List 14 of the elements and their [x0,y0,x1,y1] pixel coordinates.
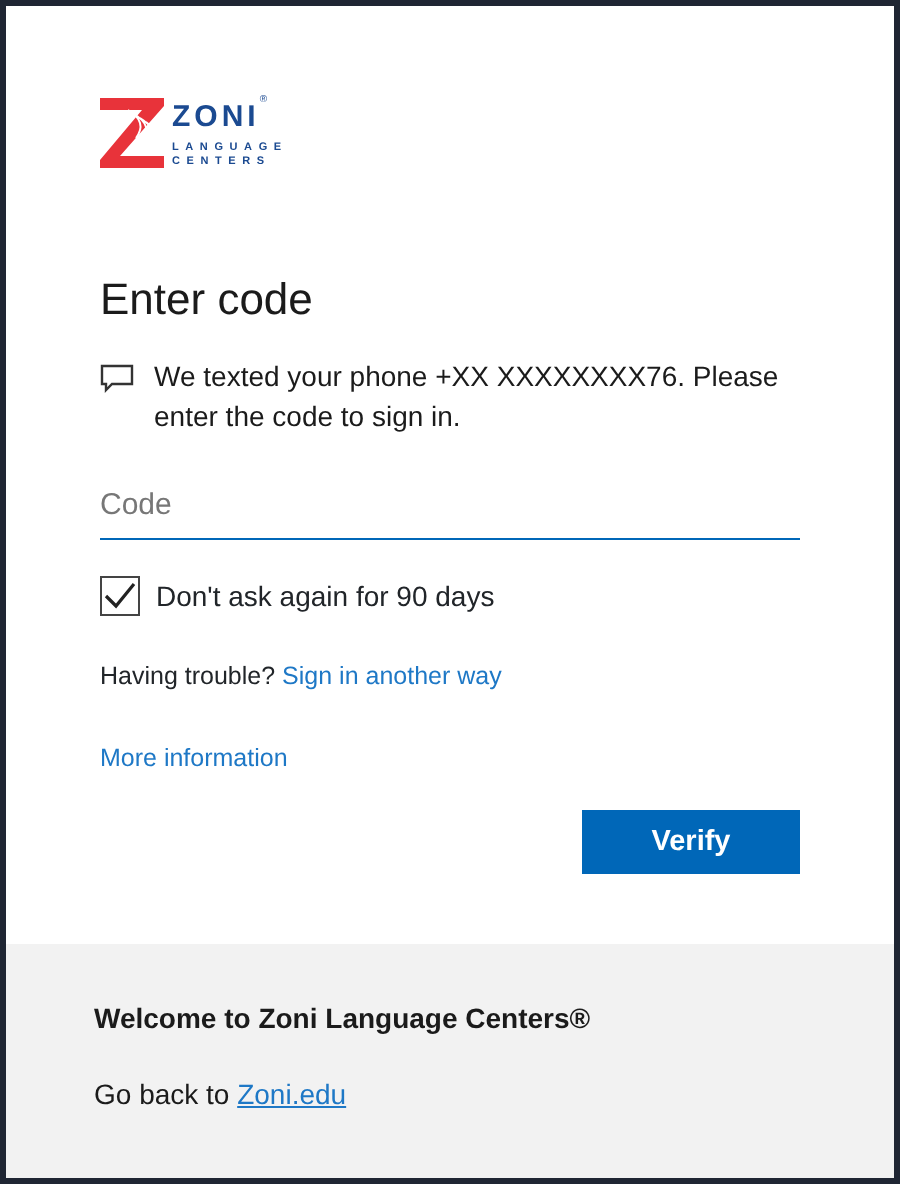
verify-button[interactable]: Verify [582,810,800,875]
page-heading: Enter code [100,274,315,328]
message-text: We texted your phone +XX XXXXXXXX76. Please enter the code to sign in. [154,357,781,436]
welcome-text: Welcome to Zoni Language Centers® [94,1000,593,1038]
message-icon [100,363,134,394]
checkbox[interactable] [100,576,140,617]
more-information-link[interactable]: More information [100,743,288,772]
trouble-text: Having trouble? [100,661,276,690]
sign-in-another-way-link[interactable]: Sign in another way [282,661,502,690]
logo-icon [100,97,164,168]
checkbox-label: Don't ask again for 90 days [156,577,495,616]
zoni-link[interactable]: Zoni.edu [237,1078,347,1110]
go-back-text: Go back to [94,1078,230,1110]
logo-name: ZONI [172,100,260,134]
